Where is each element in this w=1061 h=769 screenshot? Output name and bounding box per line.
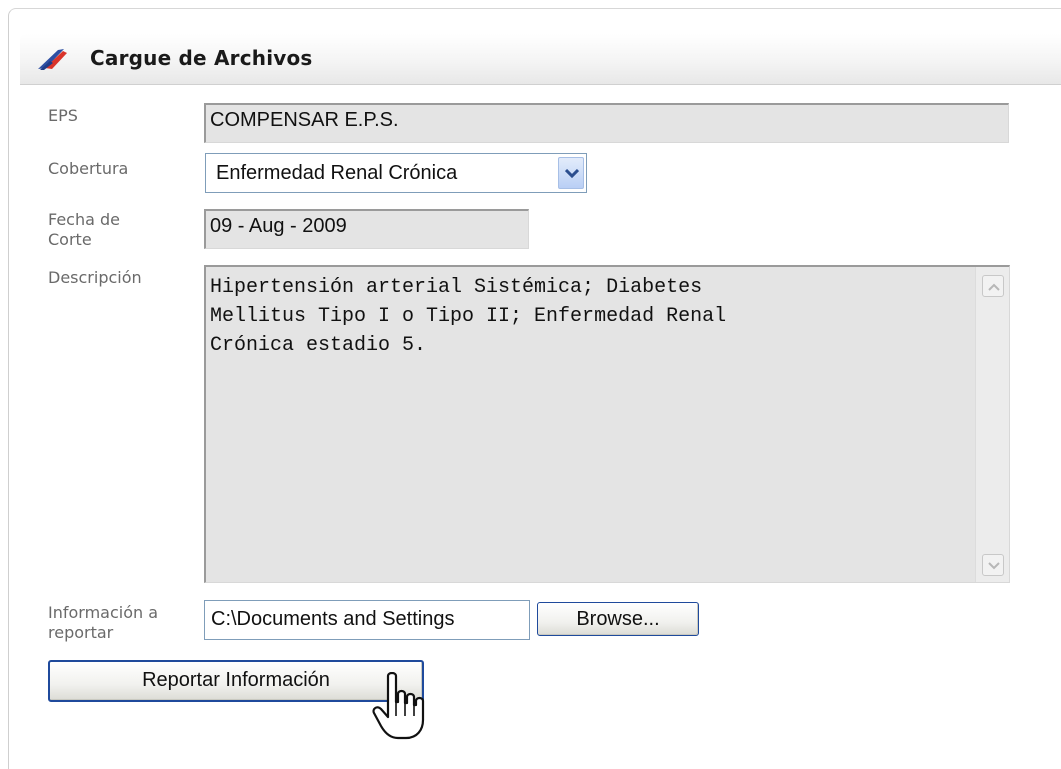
scroll-up-button[interactable] <box>982 275 1004 297</box>
chevron-up-icon <box>988 283 1000 291</box>
scroll-down-button[interactable] <box>982 554 1004 576</box>
chevron-down-icon <box>988 562 1000 570</box>
informacion-label-line2: reportar <box>48 623 114 642</box>
informacion-label: Información a reportar <box>48 603 158 643</box>
descripcion-line: Hipertensión arterial Sistémica; Diabete… <box>210 276 703 299</box>
dropdown-arrow-button[interactable] <box>558 157 584 189</box>
panel-title: Cargue de Archivos <box>90 46 313 70</box>
chevron-down-icon <box>565 169 579 179</box>
file-path-input[interactable]: C:\Documents and Settings <box>204 600 530 640</box>
descripcion-line: Mellitus Tipo I o Tipo II; Enfermedad Re… <box>210 305 727 328</box>
eps-label: EPS <box>48 106 78 125</box>
cobertura-selected-value: Enfermedad Renal Crónica <box>216 162 458 184</box>
fecha-corte-label: Fecha de Corte <box>48 210 120 250</box>
report-button[interactable]: Reportar Información <box>48 660 424 702</box>
descripcion-line: Crónica estadio 5. <box>210 334 427 357</box>
fecha-corte-field[interactable]: 09 - Aug - 2009 <box>204 209 529 249</box>
informacion-label-line1: Información a <box>48 603 159 622</box>
descripcion-textarea[interactable]: Hipertensión arterial Sistémica; Diabete… <box>204 265 1010 583</box>
fecha-corte-label-line2: Corte <box>48 230 92 249</box>
browse-button[interactable]: Browse... <box>537 602 699 636</box>
eps-field[interactable]: COMPENSAR E.P.S. <box>204 103 1009 143</box>
fecha-corte-label-line1: Fecha de <box>48 210 120 229</box>
vertical-scrollbar[interactable] <box>975 267 1009 582</box>
descripcion-label: Descripción <box>48 268 142 287</box>
panel-header: Cargue de Archivos <box>20 34 1061 85</box>
feather-pen-icon <box>38 49 67 70</box>
hand-pointer-cursor-icon <box>372 672 425 740</box>
cobertura-select[interactable]: Enfermedad Renal Crónica <box>205 153 587 193</box>
cobertura-label: Cobertura <box>48 159 129 178</box>
descripcion-text: Hipertensión arterial Sistémica; Diabete… <box>210 273 970 360</box>
